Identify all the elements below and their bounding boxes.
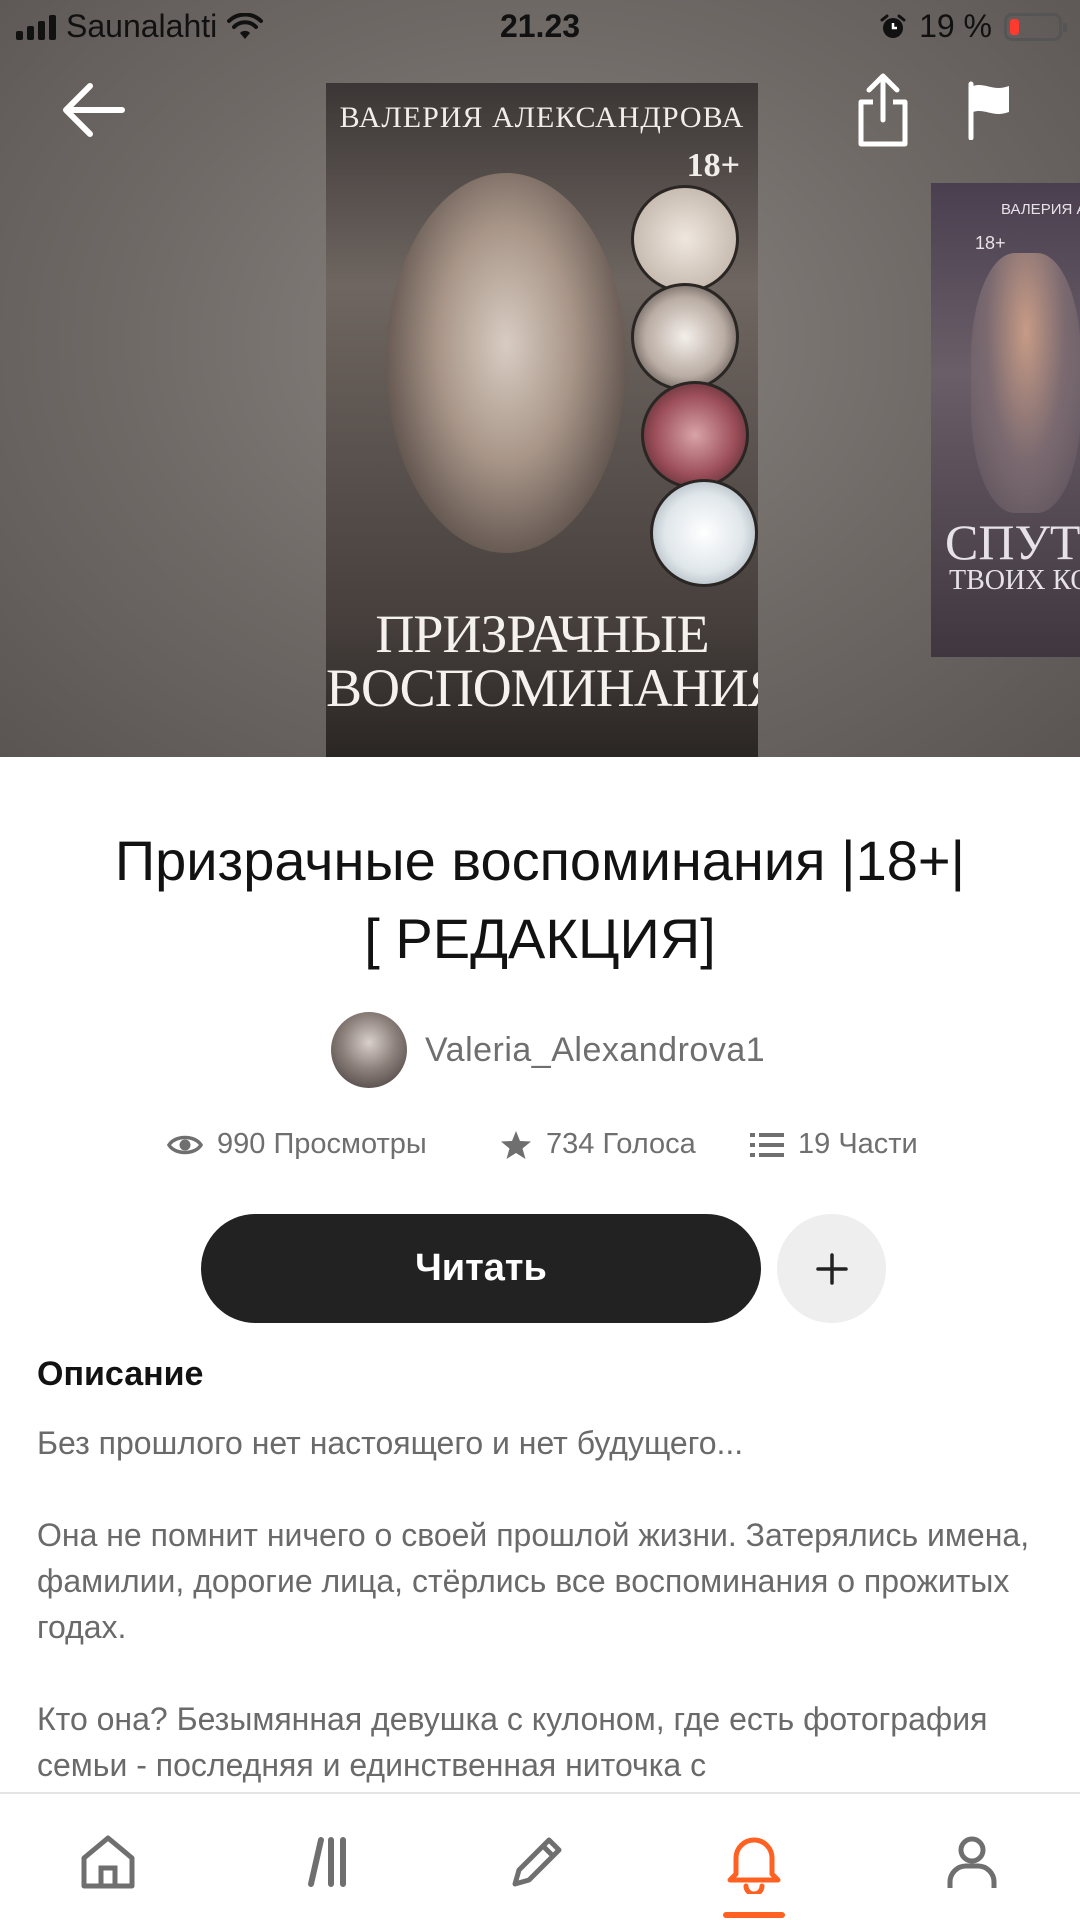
author-name[interactable]: Valeria_Alexandrova1 bbox=[425, 1031, 765, 1070]
report-button[interactable] bbox=[965, 80, 1013, 141]
share-button[interactable] bbox=[855, 72, 911, 148]
award-badge bbox=[631, 185, 739, 293]
cover-title-line1: ПРИЗРАЧНЫЕ bbox=[375, 604, 709, 664]
book-cover[interactable]: ВАЛЕРИЯ АЛЕКСАНДРОВА 18+ ПРИЗРАЧНЫЕ ВОСП… bbox=[326, 83, 758, 757]
battery-icon bbox=[1004, 12, 1067, 41]
add-to-library-button[interactable] bbox=[777, 1214, 886, 1323]
share-icon bbox=[858, 73, 908, 147]
write-icon bbox=[512, 1837, 562, 1887]
eye-icon bbox=[167, 1135, 203, 1154]
list-icon bbox=[750, 1132, 784, 1157]
description-paragraph: Без прошлого нет настоящего и нет будуще… bbox=[37, 1425, 744, 1461]
cover-header: Saunalahti 21.23 19 % ВАЛЕРИЯ АЛЕКСАНДРО… bbox=[0, 0, 1080, 757]
next-cover-title: СПУТ bbox=[945, 514, 1080, 570]
battery-percent: 19 % bbox=[919, 8, 992, 44]
next-cover-author: ВАЛЕРИЯ АЛ bbox=[1001, 201, 1080, 218]
cover-title-line2: ВОСПОМИНАНИЯ bbox=[326, 658, 758, 718]
tab-notifications[interactable] bbox=[714, 1824, 794, 1900]
description-text: Без прошлого нет настоящего и нет будуще… bbox=[37, 1420, 1047, 1834]
notifications-icon bbox=[727, 1837, 781, 1894]
description-paragraph: Она не помнит ничего о своей прошлой жиз… bbox=[37, 1517, 1030, 1645]
next-cover-figure bbox=[971, 253, 1080, 513]
votes-count: 734 Голоса bbox=[546, 1128, 696, 1160]
plus-icon bbox=[815, 1252, 848, 1285]
story-title-line2: [ РЕДАКЦИЯ] bbox=[364, 907, 716, 970]
author-avatar[interactable] bbox=[331, 1012, 407, 1088]
award-badge bbox=[631, 283, 739, 391]
description-paragraph: Кто она? Безымянная девушка с кулоном, г… bbox=[37, 1701, 988, 1783]
views-count: 990 Просмотры bbox=[217, 1128, 427, 1160]
views-stat: 990 Просмотры bbox=[167, 1128, 427, 1161]
tab-write[interactable] bbox=[497, 1824, 577, 1900]
status-right: 19 % bbox=[879, 8, 1067, 45]
back-button[interactable] bbox=[60, 80, 126, 140]
active-tab-indicator bbox=[723, 1912, 785, 1918]
read-button[interactable]: Читать bbox=[201, 1214, 761, 1323]
status-bar: Saunalahti 21.23 19 % bbox=[0, 0, 1080, 54]
tab-home[interactable] bbox=[68, 1824, 148, 1900]
arrow-left-icon bbox=[63, 83, 125, 137]
alarm-icon bbox=[880, 14, 906, 38]
bottom-tab-bar bbox=[0, 1792, 1080, 1920]
votes-stat: 734 Голоса bbox=[500, 1128, 696, 1161]
next-cover-age-rating: 18+ bbox=[975, 233, 1006, 253]
tab-profile[interactable] bbox=[932, 1824, 1012, 1900]
description-heading: Описание bbox=[37, 1355, 204, 1393]
story-title-line1: Призрачные воспоминания |18+| bbox=[114, 829, 966, 892]
award-badge bbox=[641, 381, 749, 489]
cover-age-rating: 18+ bbox=[686, 147, 740, 184]
profile-icon bbox=[947, 1836, 997, 1888]
award-badge bbox=[650, 479, 758, 587]
star-icon bbox=[501, 1130, 531, 1159]
author-row[interactable]: Valeria_Alexandrova1 bbox=[331, 1012, 765, 1088]
next-book-cover[interactable]: ВАЛЕРИЯ АЛ 18+ СПУТ ТВОИХ КО bbox=[931, 183, 1080, 657]
story-title: Призрачные воспоминания |18+| [ РЕДАКЦИЯ… bbox=[40, 822, 1040, 978]
parts-stat[interactable]: 19 Части bbox=[750, 1128, 918, 1161]
story-stats: 990 Просмотры 734 Голоса 19 Части bbox=[0, 1128, 1080, 1174]
parts-count[interactable]: 19 Части bbox=[798, 1128, 918, 1161]
cover-author: ВАЛЕРИЯ АЛЕКСАНДРОВА bbox=[339, 101, 745, 134]
library-icon bbox=[308, 1837, 346, 1887]
tab-library[interactable] bbox=[287, 1824, 367, 1900]
flag-icon bbox=[968, 81, 1009, 141]
next-cover-subtitle: ТВОИХ КО bbox=[949, 565, 1080, 596]
home-icon bbox=[81, 1835, 135, 1889]
cover-portrait bbox=[386, 173, 626, 553]
